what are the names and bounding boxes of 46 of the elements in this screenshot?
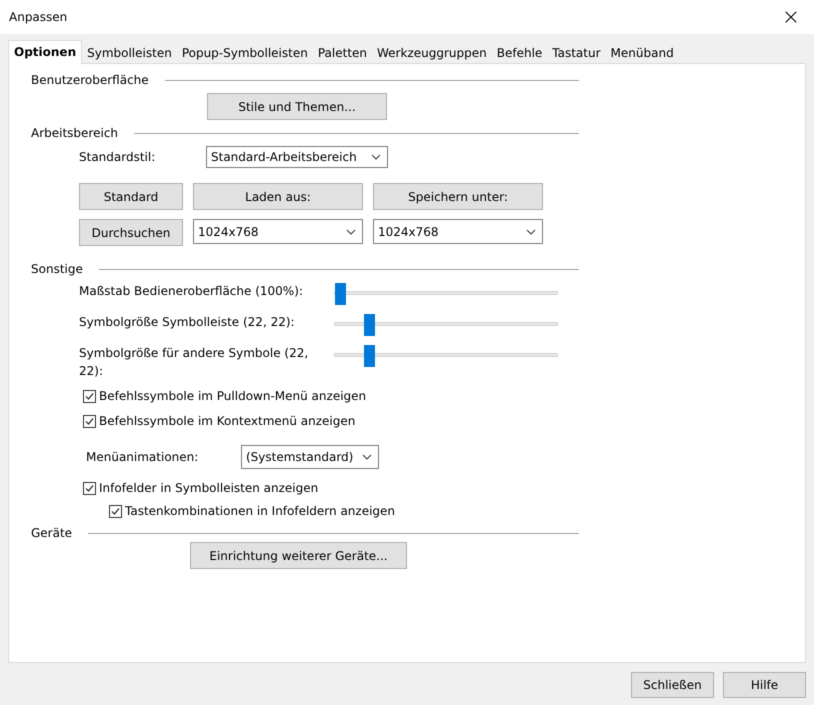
slider-thumb[interactable] <box>364 314 375 336</box>
dropdown[interactable]: 1024x768 <box>373 219 543 244</box>
slider-thumb[interactable] <box>364 345 375 367</box>
section-title: Benutzeroberfläche <box>31 73 149 87</box>
section-title: Arbeitsbereich <box>31 126 118 140</box>
chevron-down-icon <box>346 228 356 234</box>
tab[interactable]: Paletten <box>312 42 372 63</box>
section-title: Geräte <box>31 526 72 540</box>
slider-thumb[interactable] <box>335 283 346 305</box>
button[interactable]: Stile und Themen... <box>207 93 387 120</box>
chevron-down-icon <box>371 154 381 160</box>
tab[interactable]: Menüband <box>606 42 679 63</box>
checkbox[interactable] <box>83 482 96 494</box>
slider-label: Symbolgröße Symbolleiste (22, 22): <box>79 314 296 331</box>
chevron-down-icon <box>362 454 372 460</box>
button[interactable]: Einrichtung weiterer Geräte... <box>190 542 407 569</box>
button[interactable]: Speichern unter: <box>373 183 543 210</box>
close-button[interactable]: × <box>768 0 814 34</box>
checkbox-label: Infofelder in Symbolleisten anzeigen <box>99 481 318 495</box>
button[interactable]: Standard <box>79 183 183 210</box>
checkbox[interactable] <box>83 414 96 428</box>
tab[interactable]: Popup-Symbolleisten <box>176 42 313 63</box>
dropdown[interactable]: (Systemstandard) <box>241 445 379 469</box>
checkbox-label: Befehlssymbole im Pulldown-Menü anzeigen <box>99 389 366 403</box>
checkbox[interactable] <box>109 504 122 518</box>
section-title: Sonstige <box>31 262 83 276</box>
checkbox[interactable] <box>83 390 96 402</box>
tab[interactable]: Werkzeuggruppen <box>372 42 492 63</box>
chevron-down-icon <box>526 228 536 234</box>
dropdown[interactable]: Standard-Arbeitsbereich <box>206 146 388 168</box>
tab[interactable]: Tastatur <box>547 42 606 63</box>
checkbox-label: Tastenkombinationen in Infofeldern anzeigen <box>125 504 396 518</box>
field-label: Menüanimationen: <box>86 450 200 464</box>
field-label: Standardstil: <box>79 150 156 164</box>
button[interactable]: Durchsuchen <box>79 219 183 246</box>
tab[interactable]: Befehle <box>492 42 548 63</box>
tab[interactable]: Symbolleisten <box>82 42 177 63</box>
slider-label: Symbolgröße für andere Symbole (22, 22): <box>79 345 309 380</box>
slider-label: Maßstab Bedieneroberfläche (100%): <box>79 283 304 300</box>
button[interactable]: Hilfe <box>723 672 806 698</box>
tab[interactable]: Optionen <box>8 40 82 64</box>
checkbox-label: Befehlssymbole im Kontextmenü anzeigen <box>99 414 356 428</box>
button[interactable]: Schließen <box>631 672 714 698</box>
window-title: Anpassen <box>9 10 68 24</box>
button[interactable]: Laden aus: <box>193 183 363 210</box>
dropdown[interactable]: 1024x768 <box>193 219 363 244</box>
